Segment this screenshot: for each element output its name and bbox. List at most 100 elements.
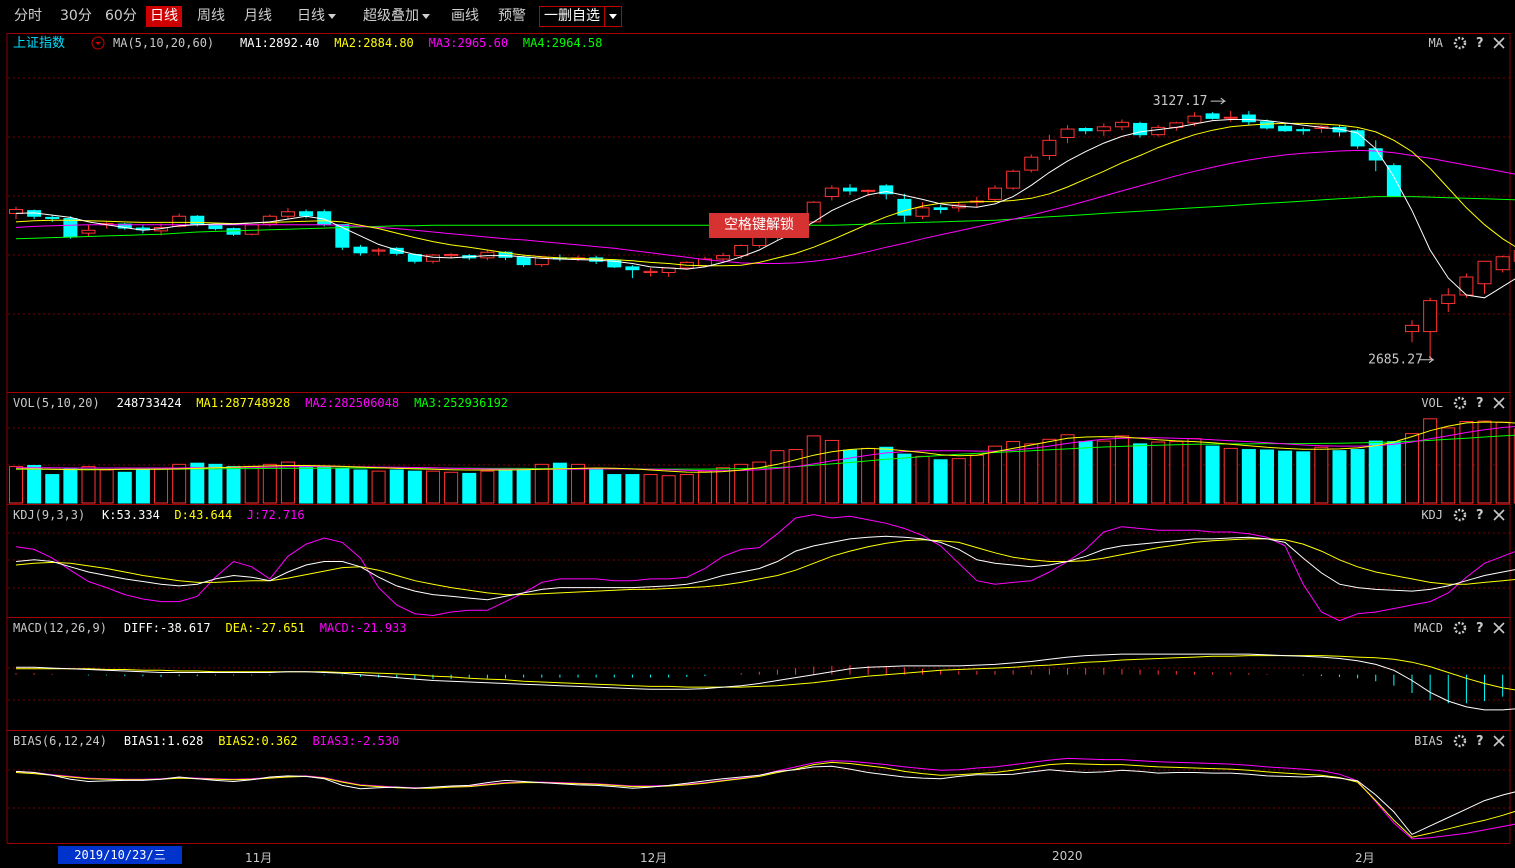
legend-j: J:72.716: [247, 508, 305, 522]
candle-body: [716, 255, 731, 260]
legend-d: D:43.644: [174, 508, 232, 522]
volume-bar: [716, 467, 731, 504]
volume-bar: [389, 469, 404, 504]
candle-body: [897, 198, 912, 216]
volume-bar: [1169, 441, 1184, 504]
volume-bar: [1060, 434, 1075, 504]
volume-bar: [625, 474, 640, 504]
volume-bar: [969, 454, 984, 504]
candle-body: [1187, 115, 1202, 124]
volume-bar: [480, 470, 495, 504]
volume-bar: [135, 469, 150, 504]
candle-body: [190, 215, 205, 226]
volume-bar: [1133, 443, 1148, 504]
candle-body: [208, 224, 223, 230]
candle-body: [81, 229, 96, 234]
volume-bar: [353, 469, 368, 504]
close-icon[interactable]: [1493, 509, 1505, 521]
panel-tag: MACD: [1414, 621, 1443, 635]
j-line: [15, 514, 1515, 622]
volume-bar: [516, 468, 531, 504]
volume-bar: [951, 458, 966, 504]
legend-ma4: MA4:2964.58: [523, 36, 602, 50]
candle-body: [299, 211, 314, 217]
volume-bar: [1314, 446, 1329, 504]
volume-bar: [1024, 443, 1039, 504]
volume-bar: [27, 464, 42, 504]
gear-icon[interactable]: [1453, 621, 1467, 635]
panel-tag: MA: [1429, 36, 1444, 50]
volume-bar: [1477, 420, 1492, 504]
candle-body: [933, 207, 948, 210]
volume-bar: [534, 463, 549, 504]
gear-icon[interactable]: [1453, 508, 1467, 522]
chevron-down-icon: [95, 42, 101, 45]
volume-bar: [1187, 438, 1202, 504]
candle-body: [1495, 256, 1510, 271]
help-icon[interactable]: ?: [1476, 508, 1484, 523]
max-price-label: 3127.17: [1153, 94, 1208, 109]
volume-bar: [643, 474, 658, 504]
volume-bar: [1096, 440, 1111, 504]
candle-body: [1459, 276, 1474, 296]
legend-ma3: MA3:2965.60: [429, 36, 508, 50]
candle-body: [842, 187, 857, 192]
candle-body: [824, 187, 839, 198]
legend-bias1: BIAS1:1.628: [124, 734, 203, 748]
k-line: [15, 535, 1515, 601]
volume-bar: [154, 468, 169, 504]
candle-body: [1024, 156, 1039, 171]
candle-body: [1078, 128, 1093, 132]
legend-bias3: BIAS3:-2.530: [313, 734, 400, 748]
volume-bar: [462, 472, 477, 504]
volume-bar: [697, 470, 712, 504]
close-icon[interactable]: [1493, 37, 1505, 49]
help-icon[interactable]: ?: [1476, 396, 1484, 411]
candle-body: [1278, 125, 1293, 132]
max-arrow-icon: [1210, 97, 1227, 105]
gear-icon[interactable]: [1453, 734, 1467, 748]
volume-bar: [1423, 418, 1438, 504]
volume-bar: [607, 474, 622, 504]
candle-body: [371, 249, 386, 252]
gear-icon[interactable]: [1453, 396, 1467, 410]
volume-bar: [988, 445, 1003, 504]
volume-bar: [262, 463, 277, 504]
close-icon[interactable]: [1493, 397, 1505, 409]
volume-bar: [208, 463, 223, 504]
candle-body: [1114, 121, 1129, 128]
volume-bar: [679, 474, 694, 504]
panel-tag: BIAS: [1414, 734, 1443, 748]
close-icon[interactable]: [1493, 622, 1505, 634]
volume-bar: [824, 439, 839, 504]
candle-body: [1205, 113, 1220, 119]
candle-body: [915, 207, 930, 217]
dea-line: [16, 655, 1515, 691]
volume-bar: [299, 466, 314, 504]
legend-ma1: MA1:2892.40: [240, 36, 319, 50]
volume-bar: [1495, 421, 1510, 504]
kline-chart[interactable]: 上证指数 MA(5,10,20,60) MA1:2892.40 MA2:2884.80…: [0, 0, 1515, 868]
help-icon[interactable]: ?: [1476, 621, 1484, 636]
help-icon[interactable]: ?: [1476, 734, 1484, 749]
volume-bar: [1296, 451, 1311, 504]
x-axis-label-nov: 11月: [245, 851, 273, 865]
cursor-date-label: 2019/10/23/三: [58, 846, 182, 864]
candle-body: [1060, 128, 1075, 138]
volume-bar: [335, 468, 350, 504]
ma1-line: [15, 119, 1515, 299]
volume-bar: [1386, 441, 1401, 504]
close-icon[interactable]: [1493, 735, 1505, 747]
candle-body: [1259, 121, 1274, 129]
legend-ma1: MA1:287748928: [196, 396, 290, 410]
x-axis-label-2020: 2020: [1052, 849, 1083, 863]
legend-macd: MACD:-21.933: [320, 621, 407, 635]
help-icon[interactable]: ?: [1476, 36, 1484, 51]
legend-dea: DEA:-27.651: [226, 621, 305, 635]
candle-body: [643, 270, 658, 273]
volume-bar: [226, 466, 241, 504]
gear-icon[interactable]: [1453, 36, 1467, 50]
candle-body: [480, 251, 495, 259]
candle-body: [1006, 170, 1021, 189]
candle-body: [1296, 129, 1311, 132]
